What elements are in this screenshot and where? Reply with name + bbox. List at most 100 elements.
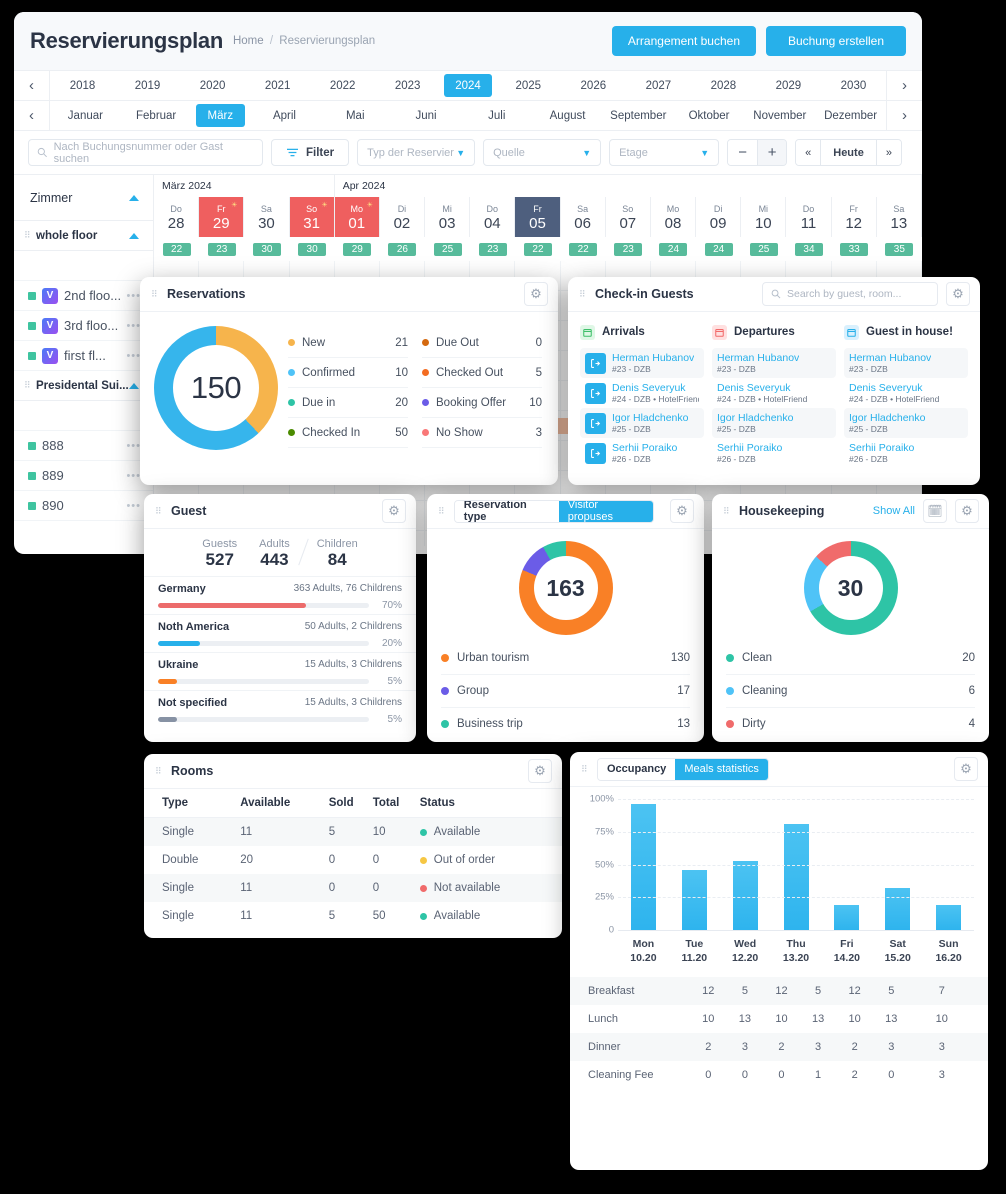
tab-meals-statistics[interactable]: Meals statistics [675,758,768,780]
filter-button[interactable]: Filter [271,139,350,166]
show-all-link[interactable]: Show All [873,505,915,517]
year-cell-2021[interactable]: 2021 [245,71,310,100]
calendar-group-row[interactable]: ⠿ Presidental Sui... [14,371,153,401]
nav-next-button[interactable]: » [875,140,901,165]
collapse-icon[interactable] [129,382,139,389]
table-row[interactable]: Breakfast 12 5 12 5 12 5 7 [570,977,988,1005]
month-cell-märz[interactable]: März [195,104,246,127]
checkin-guest-item[interactable]: Denis Severyuk #24 - DZB • HotelFriend [844,378,968,408]
chart-bar[interactable] [834,905,860,930]
calendar-day-29[interactable]: Fr 29 ☀ [199,197,245,237]
month-cell-november[interactable]: November [744,101,815,130]
calendar-day-10[interactable]: Mi 10 [741,197,787,237]
calendar-day-11[interactable]: Do 11 [786,197,832,237]
year-cell-2024[interactable]: 2024 [444,74,492,97]
calendar-day-06[interactable]: Sa 06 [561,197,606,237]
year-prev-icon[interactable]: ‹ [14,71,50,100]
row-menu-icon[interactable]: ••• [126,440,141,452]
month-cell-august[interactable]: August [532,101,603,130]
month-next-icon[interactable]: › [886,101,922,130]
calendar-day-30[interactable]: Sa 30 [244,197,290,237]
year-next-icon[interactable]: › [886,71,922,100]
row-menu-icon[interactable]: ••• [126,500,141,512]
zoom-out-button[interactable]: − [728,140,758,165]
gear-icon[interactable]: ⚙ [946,282,970,306]
drag-handle-icon[interactable]: ⠿ [438,506,446,515]
year-cell-2029[interactable]: 2029 [756,71,821,100]
checkin-guest-item[interactable]: Herman Hubanov #23 - DZB [580,348,704,378]
month-cell-dezember[interactable]: Dezember [815,101,886,130]
drag-handle-icon[interactable]: ⠿ [24,381,32,390]
checkin-guest-item[interactable]: Igor Hladchenko #25 - DZB [580,408,704,438]
table-row[interactable]: Single 11 5 10 Available [144,817,562,846]
rooms-column-header[interactable]: Zimmer [14,175,153,221]
row-menu-icon[interactable]: ••• [126,290,141,302]
checkin-guest-item[interactable]: Herman Hubanov #23 - DZB [844,348,968,378]
drag-handle-icon[interactable]: ⠿ [579,289,587,298]
checkin-action-icon[interactable] [585,382,606,404]
chart-bar[interactable] [885,888,911,930]
collapse-icon[interactable] [129,194,139,201]
create-booking-button[interactable]: Buchung erstellen [766,26,906,56]
checkin-guest-item[interactable]: Herman Hubanov #23 - DZB [712,348,836,378]
row-menu-icon[interactable]: ••• [126,350,141,362]
calendar-day-01[interactable]: Mo 01 ☀ [334,197,380,237]
year-cell-2030[interactable]: 2030 [821,71,886,100]
table-row[interactable]: Single 11 5 50 Available [144,902,562,930]
calendar-room-row[interactable]: V 2nd floo... ••• [14,281,153,311]
drag-handle-icon[interactable]: ⠿ [24,231,32,240]
calendar-day-12[interactable]: Fr 12 [832,197,877,237]
table-row[interactable]: Double 20 0 0 Out of order [144,846,562,874]
chart-bar[interactable] [936,905,962,930]
gear-icon[interactable]: ⚙ [954,757,978,781]
table-row[interactable]: Cleaning Fee 0 0 0 1 2 0 3 [570,1061,988,1089]
month-cell-juni[interactable]: Juni [391,101,462,130]
calendar-group-row[interactable]: ⠿ whole floor [14,221,153,251]
month-cell-januar[interactable]: Januar [50,101,121,130]
month-cell-februar[interactable]: Februar [121,101,192,130]
collapse-icon[interactable] [129,232,139,239]
reservation-type-select[interactable]: Typ der Reservier ▼ [357,139,476,166]
checkin-guest-item[interactable]: Denis Severyuk #24 - DZB • HotelFriend [580,378,704,408]
month-cell-mai[interactable]: Mai [320,101,391,130]
chart-bar[interactable] [681,869,707,930]
zoom-in-button[interactable]: + [757,140,787,165]
year-cell-2025[interactable]: 2025 [496,71,561,100]
row-menu-icon[interactable]: ••• [126,470,141,482]
chart-bar[interactable] [783,823,809,930]
calendar-room-row[interactable]: 890 ••• [14,491,153,521]
calendar-day-08[interactable]: Mo 08 [651,197,697,237]
month-cell-september[interactable]: September [603,101,674,130]
drag-handle-icon[interactable]: ⠿ [151,289,159,298]
drag-handle-icon[interactable]: ⠿ [155,766,163,775]
checkin-guest-item[interactable]: Serhii Poraiko #26 - DZB [580,438,704,468]
calendar-room-row[interactable]: Vfirst fl... ••• [14,341,153,371]
table-row[interactable]: Lunch 10 13 10 13 10 13 10 [570,1005,988,1033]
tab-reservation-type[interactable]: Reservation type [454,500,559,522]
breadcrumb-home[interactable]: Home [233,35,264,47]
year-cell-2019[interactable]: 2019 [115,71,180,100]
calendar-day-04[interactable]: Do 04 [470,197,516,237]
calendar-day-28[interactable]: Do 28 [154,197,200,237]
table-row[interactable]: Dinner 2 3 2 3 2 3 3 [570,1033,988,1061]
gear-icon[interactable]: ⚙ [670,499,694,523]
nav-today-button[interactable]: Heute [820,140,876,165]
guest-search-input[interactable]: Search by guest, room... [762,282,938,306]
tab-visitor-propuses[interactable]: Visitor propuses [558,500,653,522]
checkin-action-icon[interactable] [585,352,606,374]
year-cell-2018[interactable]: 2018 [50,71,115,100]
row-menu-icon[interactable]: ••• [126,320,141,332]
month-cell-juli[interactable]: Juli [461,101,532,130]
year-cell-2023[interactable]: 2023 [375,71,440,100]
drag-handle-icon[interactable]: ⠿ [723,506,731,515]
checkin-action-icon[interactable] [585,442,606,464]
gear-icon[interactable]: ⚙ [382,499,406,523]
gear-icon[interactable]: ⚙ [955,499,979,523]
year-cell-2022[interactable]: 2022 [310,71,375,100]
tab-occupancy[interactable]: Occupancy [598,758,676,780]
drag-handle-icon[interactable]: ⠿ [155,506,163,515]
year-cell-2020[interactable]: 2020 [180,71,245,100]
floor-select[interactable]: Etage ▼ [609,139,720,166]
month-cell-oktober[interactable]: Oktober [674,101,745,130]
checkin-guest-item[interactable]: Serhii Poraiko #26 - DZB [844,438,968,468]
